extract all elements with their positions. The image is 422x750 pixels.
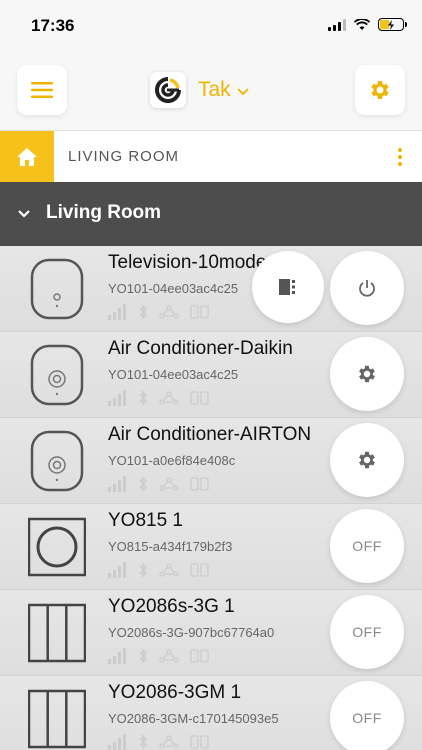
mesh-network-icon	[159, 649, 179, 663]
device-status-icons	[108, 304, 210, 320]
signal-strength-icon	[108, 648, 126, 664]
home-tab-button[interactable]	[0, 131, 54, 183]
device-name: Air Conditioner-AIRTON	[108, 424, 312, 445]
section-title: Living Room	[46, 202, 162, 223]
ir-remote-device-icon	[30, 344, 84, 406]
signal-strength-icon	[108, 562, 126, 578]
device-row[interactable]: Air Conditioner-AIRTON YO101-a0e6f84e408…	[0, 418, 422, 504]
ir-remote-device-icon	[30, 430, 84, 492]
gear-icon	[371, 81, 389, 99]
device-group-icon	[190, 563, 209, 577]
device-name: YO2086s-3G 1	[108, 596, 235, 617]
bluetooth-icon	[139, 648, 148, 664]
device-status-icons	[108, 562, 210, 578]
app-logo-icon	[150, 72, 186, 108]
device-name: YO815 1	[108, 510, 183, 531]
device-list: Television-10mode YO101-04ee03ac4c25 Air…	[0, 246, 422, 750]
device-group-icon	[190, 735, 209, 749]
home-name: Tak	[198, 78, 231, 101]
top-header: 17:36 Tak	[0, 0, 422, 130]
remote-panel-button[interactable]	[252, 251, 324, 323]
device-status-icons	[108, 476, 210, 492]
device-row[interactable]: YO2086s-3G 1 YO2086s-3G-907bc67764a0 OFF	[0, 590, 422, 676]
chevron-down-icon	[18, 210, 30, 218]
home-selector[interactable]: Tak	[150, 72, 249, 108]
device-group-icon	[190, 649, 209, 663]
device-settings-button[interactable]	[330, 423, 404, 497]
device-settings-button[interactable]	[330, 337, 404, 411]
chevron-down-icon	[237, 87, 249, 95]
signal-strength-icon	[108, 390, 126, 406]
more-options-icon[interactable]	[392, 141, 408, 173]
device-status-icons	[108, 734, 210, 750]
home-icon	[17, 148, 37, 166]
bluetooth-icon	[139, 476, 148, 492]
device-id: YO815-a434f179b2f3	[108, 539, 233, 554]
toggle-off-button[interactable]: OFF	[330, 681, 404, 750]
bluetooth-icon	[139, 562, 148, 578]
device-status-icons	[108, 390, 210, 406]
breadcrumb-room: LIVING ROOM	[68, 148, 180, 165]
signal-strength-icon	[108, 304, 126, 320]
device-name: YO2086-3GM 1	[108, 682, 242, 703]
bluetooth-icon	[139, 304, 148, 320]
toggle-off-button[interactable]: OFF	[330, 595, 404, 669]
device-row[interactable]: YO815 1 YO815-a434f179b2f3 OFF	[0, 504, 422, 590]
gear-icon	[359, 365, 375, 383]
hamburger-icon	[31, 82, 53, 98]
mesh-network-icon	[159, 305, 179, 319]
device-id: YO2086s-3G-907bc67764a0	[108, 625, 275, 640]
device-row[interactable]: Air Conditioner-Daikin YO101-04ee03ac4c2…	[0, 332, 422, 418]
device-group-icon	[190, 477, 209, 491]
device-row[interactable]: YO2086-3GM 1 YO2086-3GM-c170145093e5 OFF	[0, 676, 422, 750]
device-id: YO101-a0e6f84e408c	[108, 453, 236, 468]
device-group-icon	[190, 305, 209, 319]
menu-button[interactable]	[17, 65, 67, 115]
battery-icon	[378, 18, 407, 31]
signal-strength-icon	[108, 734, 126, 750]
signal-icon	[328, 18, 346, 31]
bluetooth-icon	[139, 390, 148, 406]
wifi-icon	[354, 18, 370, 30]
device-status-icons	[108, 648, 210, 664]
three-gang-switch-device-icon	[28, 603, 86, 663]
mesh-network-icon	[159, 391, 179, 405]
power-icon	[359, 280, 375, 297]
bluetooth-icon	[139, 734, 148, 750]
remote-panel-icon	[279, 279, 295, 295]
power-button[interactable]	[330, 251, 404, 325]
status-time: 17:36	[31, 16, 75, 35]
toggle-off-button[interactable]: OFF	[330, 509, 404, 583]
device-row[interactable]: Television-10mode YO101-04ee03ac4c25	[0, 246, 422, 332]
room-section-header[interactable]: Living Room	[0, 182, 422, 246]
three-gang-switch-device-icon	[28, 689, 86, 749]
device-name: Air Conditioner-Daikin	[108, 338, 293, 359]
ir-remote-device-icon	[30, 258, 84, 320]
round-switch-device-icon	[28, 517, 86, 577]
mesh-network-icon	[159, 563, 179, 577]
mesh-network-icon	[159, 735, 179, 749]
breadcrumb: LIVING ROOM	[0, 130, 422, 183]
gear-icon	[359, 451, 375, 469]
mesh-network-icon	[159, 477, 179, 491]
signal-strength-icon	[108, 476, 126, 492]
settings-button[interactable]	[355, 65, 405, 115]
status-icons	[328, 18, 407, 31]
device-group-icon	[190, 391, 209, 405]
device-id: YO101-04ee03ac4c25	[108, 281, 239, 296]
device-id: YO101-04ee03ac4c25	[108, 367, 239, 382]
device-id: YO2086-3GM-c170145093e5	[108, 711, 279, 726]
